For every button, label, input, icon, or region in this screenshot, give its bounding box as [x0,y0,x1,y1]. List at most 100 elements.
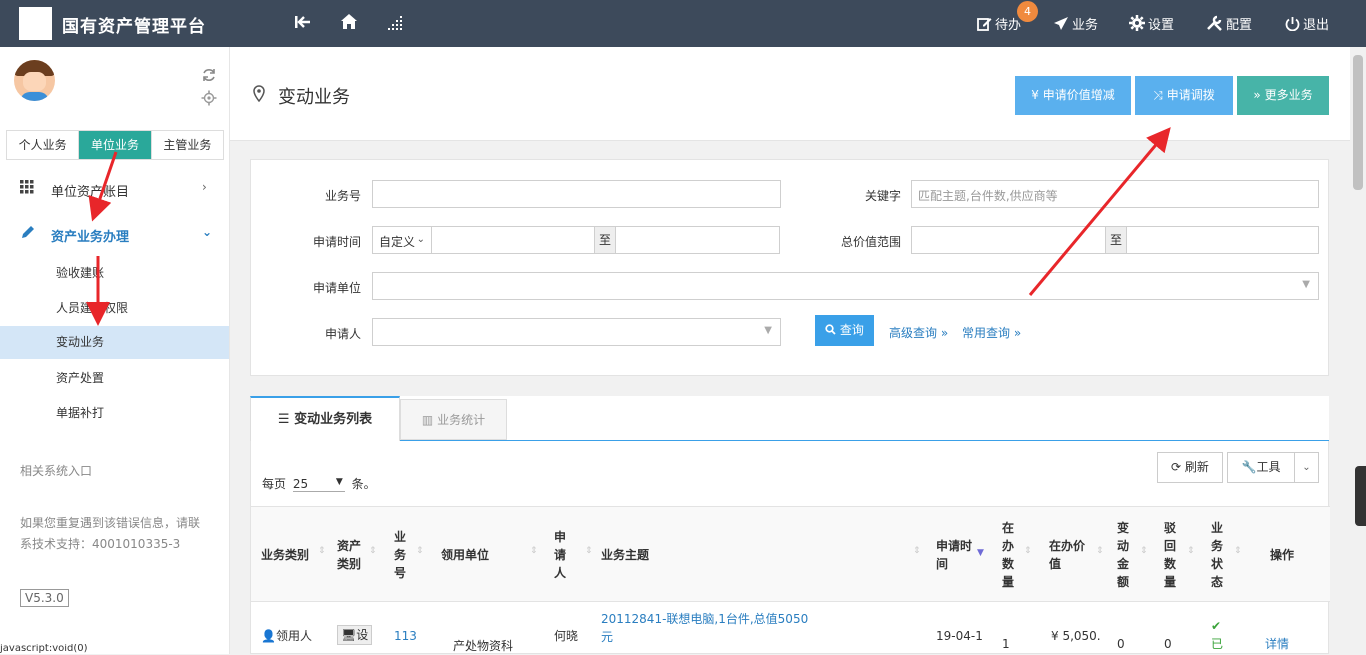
tab-unit[interactable]: 单位业务 [79,131,152,159]
col-change[interactable]: 变动金额 [1117,519,1131,591]
sort-icon[interactable]: ⇕ [369,546,377,556]
per-page-select[interactable]: 25 ▼ [292,477,345,492]
sort-icon[interactable]: ⇕ [913,546,921,556]
tab-supervisor[interactable]: 主管业务 [152,131,223,159]
nav-config[interactable]: 配置 [1206,14,1252,33]
sort-desc-icon[interactable]: ▼ [977,548,984,558]
nav-settings[interactable]: 设置 [1129,14,1174,33]
settings-icon[interactable] [201,90,217,110]
nav-logout[interactable]: 退出 [1285,14,1329,33]
row-asset-type-value: 设 [356,628,369,642]
nav-business[interactable]: 业务 [1053,14,1098,33]
col-qty[interactable]: 在办数量 [1002,519,1016,591]
todo-count-badge: 4 [1017,1,1038,22]
col-action: 操作 [1270,548,1295,562]
send-icon [1053,16,1069,33]
row-qty: 1 [1002,637,1010,651]
row-biz-type: 👤领用人 [261,627,312,645]
search-panel: 业务号 关键字 匹配主题,台件数,供应商等 申请时间 自定义 ⌄ 至 总价值范围… [250,159,1329,376]
submenu-change-business[interactable]: 变动业务 [0,326,229,359]
list-icon: ☰ [277,412,295,427]
sort-icon[interactable]: ⇕ [1096,546,1104,556]
fullscreen-icon[interactable] [388,15,404,35]
submenu-staff-permission[interactable]: 人员建账权限 [0,292,229,325]
row-value: ¥ 5,050. [1051,629,1101,643]
main-content: 变动业务 ¥ 申请价值增减 ⤨ 申请调拨 » 更多业务 业务号 关键字 匹配主题… [230,47,1350,654]
sort-icon[interactable]: ⇕ [416,546,424,556]
home-icon[interactable] [340,13,358,34]
per-page-prefix: 每页 [262,477,287,491]
col-reject[interactable]: 驳回数量 [1164,519,1178,591]
side-widget-handle[interactable] [1355,466,1366,526]
collapse-sidebar-icon[interactable] [294,14,312,34]
tab-change-list[interactable]: ☰ 变动业务列表 [250,396,400,441]
shuffle-icon: ⤨ [1153,88,1167,102]
submenu-disposal[interactable]: 资产处置 [0,362,229,395]
tab-business-stats[interactable]: ▥ 业务统计 [400,399,507,440]
pencil-icon [20,225,35,244]
refresh-icon[interactable] [201,67,217,87]
applicant-select[interactable]: ▼ [372,318,781,346]
menu-asset-business[interactable]: 资产业务办理 ⌄ [0,216,229,252]
sort-icon[interactable]: ⇕ [1140,546,1148,556]
nav-todo[interactable]: 待办 [977,14,1021,33]
col-value[interactable]: 在办价值 [1049,537,1089,573]
apply-time-mode-select[interactable]: 自定义 ⌄ [372,226,432,254]
advanced-query-link[interactable]: 高级查询 » [889,324,948,341]
col-subject[interactable]: 业务主题 [601,546,649,564]
apply-transfer-button[interactable]: ⤨ 申请调拨 [1135,76,1233,115]
row-subject-line2: 元 [601,630,614,644]
tools-button[interactable]: 🔧工具 [1227,452,1295,483]
more-business-button[interactable]: » 更多业务 [1237,76,1329,115]
apply-value-change-button[interactable]: ¥ 申请价值增减 [1015,76,1131,115]
sort-icon[interactable]: ⇕ [530,546,538,556]
row-biz-no-link[interactable]: 113 [394,627,417,645]
col-asset-type[interactable]: 资产类别 [337,537,364,573]
col-biz-type[interactable]: 业务类别 [261,546,309,564]
unit-select[interactable]: ▼ [372,272,1319,300]
submenu-acceptance[interactable]: 验收建账 [0,257,229,290]
page-scrollbar[interactable] [1350,47,1366,654]
sort-icon[interactable]: ⇕ [585,546,593,556]
caret-down-icon: ▼ [335,477,343,487]
sort-icon[interactable]: ⇕ [1234,546,1242,556]
col-unit[interactable]: 领用单位 [441,546,489,564]
scrollbar-thumb[interactable] [1353,55,1363,190]
avatar[interactable] [14,60,55,101]
menu-unit-asset-ledger[interactable]: 单位资产账目 › [0,171,229,207]
sort-icon[interactable]: ⇕ [1024,546,1032,556]
value-range-min-input[interactable] [911,226,1106,254]
col-status[interactable]: 业务状态 [1211,519,1225,591]
apply-time-start-input[interactable] [431,226,595,254]
sort-icon[interactable]: ⇕ [318,546,326,556]
tools-dropdown-button[interactable]: ⌄ [1294,452,1319,483]
query-button[interactable]: 查询 [815,315,874,346]
biz-no-label: 业务号 [324,189,361,203]
row-subject-link[interactable]: 20112841-联想电脑,1台件,总值5050 元 [601,610,808,646]
chevron-down-icon: ⌄ [202,225,213,239]
tools-label: 工具 [1256,460,1281,474]
related-systems-link[interactable]: 相关系统入口 [20,461,92,482]
row-detail-link[interactable]: 详情 [1265,635,1289,653]
logo [19,7,52,40]
nav-business-label: 业务 [1072,18,1099,33]
submenu-reprint[interactable]: 单据补打 [0,397,229,430]
sidebar-tabs: 个人业务 单位业务 主管业务 [6,130,224,160]
refresh-button[interactable]: ⟳ 刷新 [1157,452,1223,483]
keyword-input[interactable]: 匹配主题,台件数,供应商等 [911,180,1319,208]
row-subject-line1: 20112841-联想电脑,1台件,总值5050 [601,612,809,626]
value-range-max-input[interactable] [1126,226,1319,254]
col-applicant[interactable]: 申请人 [554,528,568,582]
common-query-link[interactable]: 常用查询 » [962,324,1021,341]
apply-time-end-input[interactable] [615,226,780,254]
menu-unit-asset-ledger-label: 单位资产账目 [51,185,130,200]
tab-personal[interactable]: 个人业务 [7,131,80,159]
query-label: 查询 [839,323,864,337]
col-biz-no[interactable]: 业务号 [394,528,408,582]
wrench-icon: 🔧 [1241,460,1257,474]
row-biz-type-value: 领用人 [275,629,312,643]
biz-no-input[interactable] [372,180,781,208]
col-apply-time[interactable]: 申请时间 [936,537,976,573]
nav-todo-label: 待办 [995,18,1022,33]
sort-icon[interactable]: ⇕ [1187,546,1195,556]
